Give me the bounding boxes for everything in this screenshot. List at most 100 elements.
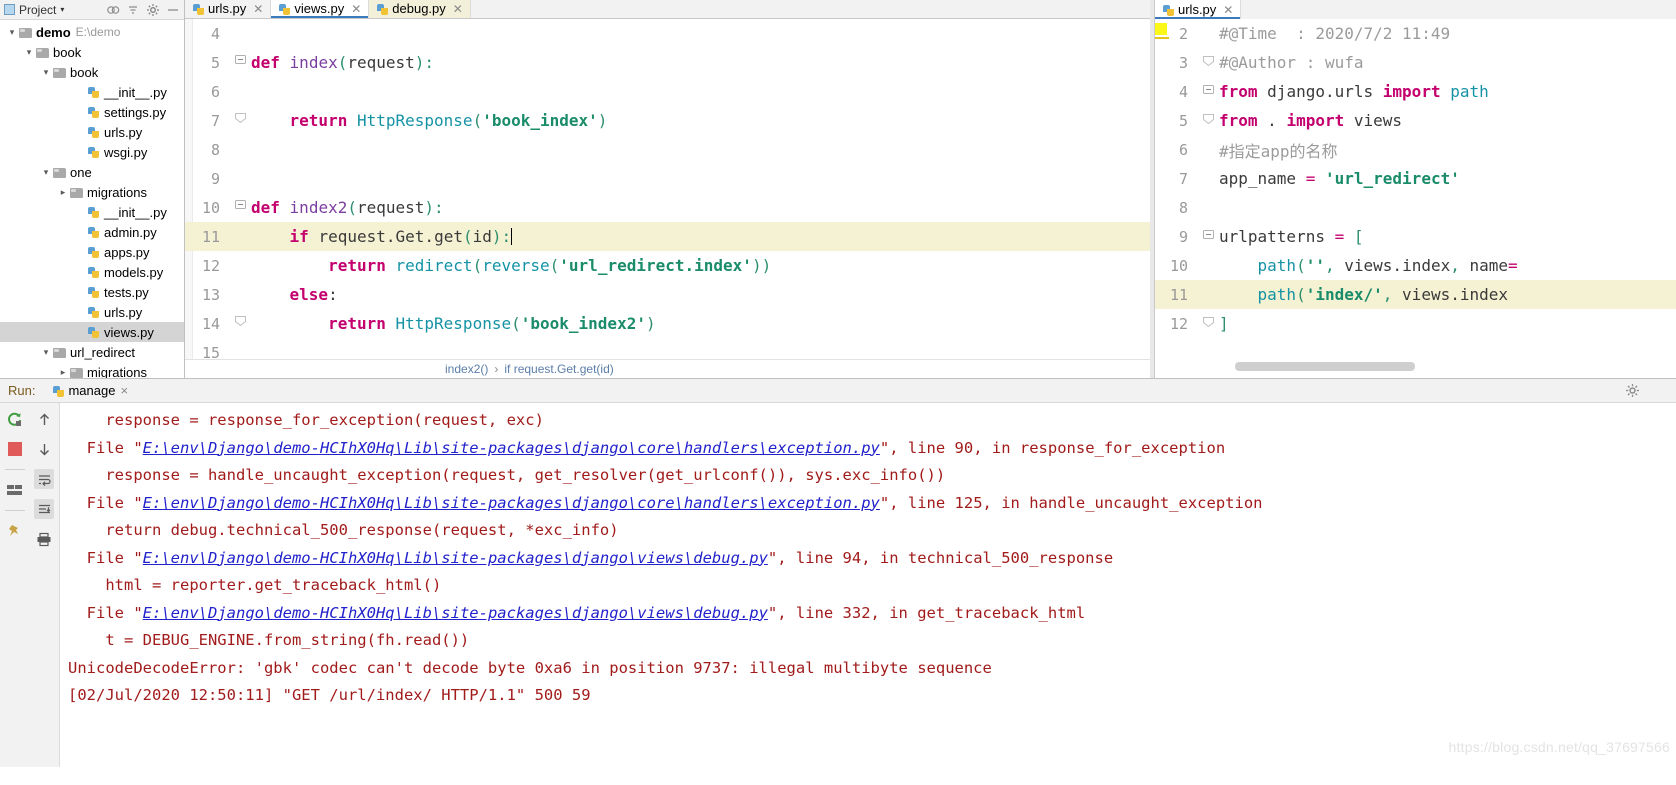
run-console-output[interactable]: response = response_for_exception(reques… <box>60 403 1676 785</box>
tree-item-migrations[interactable]: ▸ migrations <box>0 362 184 379</box>
breadcrumb-separator: › <box>494 362 499 376</box>
editor-tab-views-py[interactable]: views.py ✕ <box>271 0 370 18</box>
scrollbar-thumb[interactable] <box>1235 362 1415 371</box>
folder-icon <box>52 66 67 79</box>
code-area-urls-py[interactable]: 2 #@Time : 2020/7/2 11:49 3 #@Author : wufa… <box>1155 19 1676 356</box>
line-number: 6 <box>210 82 220 101</box>
fold-gutter-icon[interactable] <box>1197 316 1219 331</box>
run-tab-manage[interactable]: manage × <box>45 383 134 398</box>
tree-item-label: migrations <box>87 184 147 200</box>
fold-gutter-icon[interactable] <box>1197 84 1219 99</box>
fold-gutter-icon[interactable] <box>229 113 251 128</box>
rerun-icon[interactable] <box>5 409 25 429</box>
tree-item-one[interactable]: ▾ one <box>0 162 184 182</box>
chevron-down-icon[interactable]: ▾ <box>40 347 52 358</box>
tree-item-url-redirect[interactable]: ▾ url_redirect <box>0 342 184 362</box>
run-tool-window: Run: manage × response = response_for_ex… <box>0 378 1676 785</box>
code-lines-left: 4 5 def index(request): 6 7 return HttpRespo… <box>185 19 1150 359</box>
editor-tab-urls-py[interactable]: urls.py ✕ <box>185 0 272 18</box>
tree-item-admin-py[interactable]: admin.py <box>0 222 184 242</box>
tree-item-book[interactable]: ▾ book <box>0 42 184 62</box>
fold-gutter-icon[interactable] <box>229 55 251 70</box>
line-text: return HttpResponse('book_index') <box>289 111 608 130</box>
project-tree[interactable]: ▾ demo E:\demo ▾ book ▾ book __init__.py setting… <box>0 20 184 378</box>
chevron-down-icon[interactable]: ▾ <box>60 5 64 14</box>
editor-tabs-left[interactable]: urls.py ✕ views.py ✕ debug.py ✕ <box>185 0 1150 19</box>
tree-item---init---py[interactable]: __init__.py <box>0 202 184 222</box>
chevron-right-icon[interactable]: ▸ <box>57 187 69 198</box>
pin-icon[interactable] <box>5 521 25 541</box>
tree-item-views-py[interactable]: views.py <box>0 322 184 342</box>
tree-item-settings-py[interactable]: settings.py <box>0 102 184 122</box>
chevron-down-icon[interactable]: ▾ <box>6 27 18 38</box>
fold-gutter-icon[interactable] <box>229 316 251 331</box>
console-text: response = handle_uncaught_exception(req… <box>105 466 946 484</box>
breadcrumb-item-1[interactable]: if request.Get.get(id) <box>504 362 613 376</box>
horizontal-scrollbar-right[interactable] <box>1155 356 1676 378</box>
project-tool-window: Project ▾ ▾ demo E:\demo ▾ book ▾ book __init__… <box>0 0 185 378</box>
line-text: def index(request): <box>251 53 435 72</box>
breadcrumb-item-0[interactable]: index2() <box>445 362 488 376</box>
tree-item-demo[interactable]: ▾ demo E:\demo <box>0 22 184 42</box>
close-icon[interactable]: × <box>120 383 128 398</box>
code-line: 5 def index(request): <box>185 48 1150 77</box>
fold-gutter-icon[interactable] <box>1197 55 1219 70</box>
chevron-down-icon[interactable]: ▾ <box>23 47 35 58</box>
scroll-to-end-icon[interactable] <box>34 499 55 519</box>
hide-icon[interactable] <box>126 3 140 17</box>
print-icon[interactable] <box>34 529 54 549</box>
breadcrumb[interactable]: index2() › if request.Get.get(id) <box>185 359 1150 378</box>
divider <box>4 469 25 470</box>
tree-item---init---py[interactable]: __init__.py <box>0 82 184 102</box>
editor-tab-debug-py[interactable]: debug.py ✕ <box>369 0 471 18</box>
tree-item-models-py[interactable]: models.py <box>0 262 184 282</box>
close-icon[interactable]: ✕ <box>1223 3 1233 17</box>
editor-tab-urls-py[interactable]: urls.py ✕ <box>1155 0 1242 19</box>
console-file-link[interactable]: E:\env\Django\demo-HCIhX0Hq\Lib\site-pac… <box>143 549 768 567</box>
project-title[interactable]: Project ▾ <box>4 3 64 17</box>
console-text: [02/Jul/2020 12:50:11] "GET /url/index/ … <box>68 686 591 704</box>
tree-item-urls-py[interactable]: urls.py <box>0 122 184 142</box>
fold-gutter-icon[interactable] <box>1197 229 1219 244</box>
line-text: ] <box>1219 314 1229 333</box>
code-line: 4 <box>185 19 1150 48</box>
fold-gutter-icon[interactable] <box>1197 113 1219 128</box>
console-file-link[interactable]: E:\env\Django\demo-HCIhX0Hq\Lib\site-pac… <box>143 439 880 457</box>
tree-item-tests-py[interactable]: tests.py <box>0 282 184 302</box>
chevron-down-icon[interactable]: ▾ <box>40 67 52 78</box>
tree-item-wsgi-py[interactable]: wsgi.py <box>0 142 184 162</box>
tree-item-label: __init__.py <box>104 204 167 220</box>
editor-tabs-right[interactable]: urls.py ✕ <box>1155 0 1676 19</box>
tree-item-migrations[interactable]: ▸ migrations <box>0 182 184 202</box>
close-icon[interactable]: ✕ <box>453 2 463 16</box>
chevron-down-icon[interactable]: ▾ <box>40 167 52 178</box>
line-number: 10 <box>201 198 220 217</box>
line-text: app_name = 'url_redirect' <box>1219 169 1460 188</box>
tree-item-book[interactable]: ▾ book <box>0 62 184 82</box>
tree-item-apps-py[interactable]: apps.py <box>0 242 184 262</box>
layout-icon[interactable] <box>5 480 25 500</box>
collapse-icon[interactable] <box>106 3 120 17</box>
python-file-icon <box>86 146 101 159</box>
tree-item-urls-py[interactable]: urls.py <box>0 302 184 322</box>
console-file-link[interactable]: E:\env\Django\demo-HCIhX0Hq\Lib\site-pac… <box>143 604 768 622</box>
code-line: 12 return redirect(reverse('url_redirect… <box>185 251 1150 280</box>
code-area-views-py[interactable]: 4 5 def index(request): 6 7 return HttpRespo… <box>185 19 1150 359</box>
settings-gear-icon[interactable] <box>1625 383 1640 398</box>
stop-icon[interactable] <box>5 439 25 459</box>
fold-gutter-icon[interactable] <box>229 200 251 215</box>
line-number: 6 <box>1178 140 1188 159</box>
line-number: 3 <box>1178 53 1188 72</box>
console-file-link[interactable]: E:\env\Django\demo-HCIhX0Hq\Lib\site-pac… <box>143 494 880 512</box>
minimize-icon[interactable] <box>166 3 180 17</box>
soft-wrap-icon[interactable] <box>34 469 55 489</box>
tree-item-label: book <box>70 64 99 80</box>
console-text: t = DEBUG_ENGINE.from_string(fh.read()) <box>105 631 470 649</box>
close-icon[interactable]: ✕ <box>351 2 361 16</box>
console-line: t = DEBUG_ENGINE.from_string(fh.read()) <box>60 627 1676 655</box>
down-arrow-icon[interactable] <box>34 439 54 459</box>
chevron-right-icon[interactable]: ▸ <box>57 367 69 378</box>
up-arrow-icon[interactable] <box>34 409 54 429</box>
close-icon[interactable]: ✕ <box>253 2 263 16</box>
settings-gear-icon[interactable] <box>146 3 160 17</box>
